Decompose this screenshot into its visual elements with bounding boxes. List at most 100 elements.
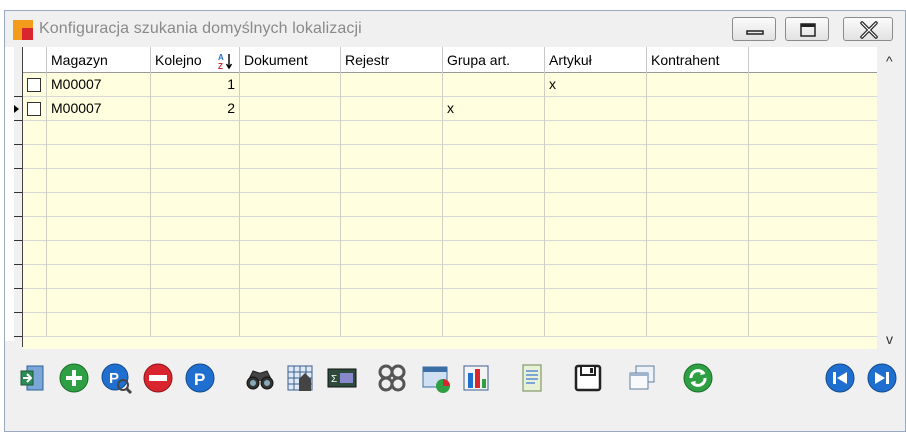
delete-button[interactable] bbox=[141, 361, 175, 395]
cell-magazyn[interactable]: M00007 bbox=[47, 97, 151, 121]
table-row[interactable] bbox=[23, 313, 877, 337]
cell-rejestr[interactable] bbox=[341, 145, 443, 169]
header-grupa[interactable]: Grupa art. bbox=[443, 47, 545, 73]
cell-dokument[interactable] bbox=[240, 241, 341, 265]
cell-dokument[interactable] bbox=[240, 121, 341, 145]
cell-magazyn[interactable] bbox=[47, 313, 151, 337]
cell-artykul[interactable] bbox=[545, 121, 647, 145]
calculator-button[interactable]: Σ bbox=[325, 361, 359, 395]
cell-magazyn[interactable] bbox=[47, 289, 151, 313]
scroll-up-button[interactable]: ^ bbox=[886, 53, 893, 69]
cell-artykul[interactable] bbox=[545, 97, 647, 121]
cell-empty[interactable] bbox=[749, 121, 877, 145]
cell-grupa[interactable] bbox=[443, 289, 545, 313]
cell-grupa[interactable] bbox=[443, 73, 545, 97]
header-dokument[interactable]: Dokument bbox=[240, 47, 341, 73]
table-row[interactable] bbox=[23, 217, 877, 241]
cell-artykul[interactable] bbox=[545, 241, 647, 265]
cell-kolejnosc[interactable]: 1 bbox=[151, 73, 240, 97]
row-checkbox-cell[interactable] bbox=[23, 169, 47, 193]
table-row[interactable] bbox=[23, 289, 877, 313]
row-checkbox-cell[interactable] bbox=[23, 73, 47, 97]
row-checkbox[interactable] bbox=[27, 102, 41, 116]
cell-empty[interactable] bbox=[749, 265, 877, 289]
cell-kontrahent[interactable] bbox=[647, 121, 749, 145]
cell-grupa[interactable] bbox=[443, 241, 545, 265]
cell-kontrahent[interactable] bbox=[647, 241, 749, 265]
cell-kontrahent[interactable] bbox=[647, 265, 749, 289]
row-checkbox-cell[interactable] bbox=[23, 193, 47, 217]
cell-kolejnosc[interactable] bbox=[151, 217, 240, 241]
first-record-button[interactable] bbox=[823, 361, 857, 395]
table-row[interactable] bbox=[23, 145, 877, 169]
cell-artykul[interactable] bbox=[545, 265, 647, 289]
add-button[interactable] bbox=[57, 361, 91, 395]
cell-kontrahent[interactable] bbox=[647, 97, 749, 121]
cell-empty[interactable] bbox=[749, 193, 877, 217]
cell-grupa[interactable] bbox=[443, 121, 545, 145]
cell-grupa[interactable] bbox=[443, 265, 545, 289]
cell-rejestr[interactable] bbox=[341, 217, 443, 241]
table-row[interactable]: M00007 2 x bbox=[23, 97, 877, 121]
cell-empty[interactable] bbox=[749, 313, 877, 337]
cell-grupa[interactable] bbox=[443, 217, 545, 241]
cell-kontrahent[interactable] bbox=[647, 145, 749, 169]
row-checkbox-cell[interactable] bbox=[23, 217, 47, 241]
table-row[interactable] bbox=[23, 193, 877, 217]
exit-button[interactable] bbox=[15, 361, 49, 395]
cell-rejestr[interactable] bbox=[341, 121, 443, 145]
cell-grupa[interactable] bbox=[443, 313, 545, 337]
cell-empty[interactable] bbox=[749, 217, 877, 241]
row-checkbox-cell[interactable] bbox=[23, 121, 47, 145]
document-button[interactable] bbox=[515, 361, 549, 395]
cell-artykul[interactable] bbox=[545, 169, 647, 193]
header-kolejnosc[interactable]: Kolejno A Z bbox=[151, 47, 240, 73]
cell-magazyn[interactable] bbox=[47, 265, 151, 289]
p-button[interactable]: P bbox=[183, 361, 217, 395]
cell-kolejnosc[interactable] bbox=[151, 145, 240, 169]
cell-grupa[interactable] bbox=[443, 169, 545, 193]
data-grid[interactable]: Magazyn Kolejno A Z Dokument Rejestr Gru… bbox=[5, 47, 905, 379]
cell-kontrahent[interactable] bbox=[647, 289, 749, 313]
title-bar[interactable]: Konfiguracja szukania domyślnych lokaliz… bbox=[5, 11, 905, 47]
cell-dokument[interactable] bbox=[240, 73, 341, 97]
cell-kontrahent[interactable] bbox=[647, 313, 749, 337]
cell-artykul[interactable] bbox=[545, 289, 647, 313]
cell-rejestr[interactable] bbox=[341, 193, 443, 217]
cell-rejestr[interactable] bbox=[341, 241, 443, 265]
windows-button[interactable] bbox=[625, 361, 659, 395]
cell-empty[interactable] bbox=[749, 73, 877, 97]
cell-kolejnosc[interactable] bbox=[151, 241, 240, 265]
cell-rejestr[interactable] bbox=[341, 289, 443, 313]
cell-empty[interactable] bbox=[749, 97, 877, 121]
cell-artykul[interactable] bbox=[545, 313, 647, 337]
table-row[interactable] bbox=[23, 265, 877, 289]
cell-empty[interactable] bbox=[749, 145, 877, 169]
cell-artykul[interactable] bbox=[545, 217, 647, 241]
cell-kolejnosc[interactable] bbox=[151, 313, 240, 337]
cell-kolejnosc[interactable] bbox=[151, 289, 240, 313]
row-checkbox-cell[interactable] bbox=[23, 145, 47, 169]
header-magazyn[interactable]: Magazyn bbox=[47, 47, 151, 73]
row-checkbox-cell[interactable] bbox=[23, 313, 47, 337]
cell-kolejnosc[interactable] bbox=[151, 193, 240, 217]
cell-magazyn[interactable] bbox=[47, 241, 151, 265]
cell-kolejnosc[interactable] bbox=[151, 169, 240, 193]
cell-dokument[interactable] bbox=[240, 145, 341, 169]
cell-kontrahent[interactable] bbox=[647, 217, 749, 241]
cell-dokument[interactable] bbox=[240, 289, 341, 313]
cell-magazyn[interactable]: M00007 bbox=[47, 73, 151, 97]
cell-kolejnosc[interactable] bbox=[151, 121, 240, 145]
table-row[interactable]: M00007 1 x bbox=[23, 73, 877, 97]
last-record-button[interactable] bbox=[865, 361, 899, 395]
scroll-down-button[interactable]: v bbox=[886, 331, 893, 347]
row-checkbox-cell[interactable] bbox=[23, 241, 47, 265]
maximize-button[interactable] bbox=[785, 17, 829, 41]
cell-kontrahent[interactable] bbox=[647, 73, 749, 97]
cell-empty[interactable] bbox=[749, 241, 877, 265]
cell-dokument[interactable] bbox=[240, 193, 341, 217]
cell-rejestr[interactable] bbox=[341, 73, 443, 97]
cell-magazyn[interactable] bbox=[47, 217, 151, 241]
cell-artykul[interactable]: x bbox=[545, 73, 647, 97]
cell-magazyn[interactable] bbox=[47, 193, 151, 217]
